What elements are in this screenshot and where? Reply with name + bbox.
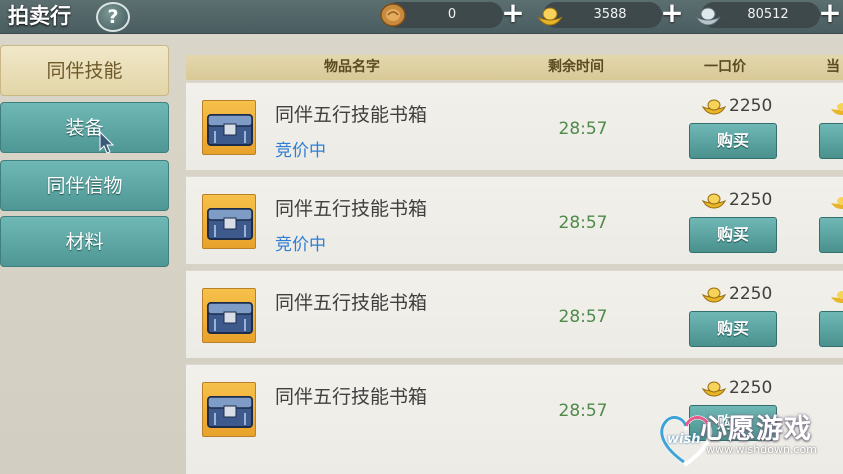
copper-currency: 0 [380, 2, 503, 28]
item-thumbnail [202, 288, 256, 343]
buy-button[interactable]: 购买 [689, 311, 777, 347]
bid-button[interactable] [819, 123, 843, 159]
chest-icon [207, 396, 253, 428]
gold-ingot-icon [831, 103, 843, 115]
column-item-name: 物品名字 [324, 59, 380, 75]
item-name: 同伴五行技能书箱 [275, 386, 428, 408]
item-name: 同伴五行技能书箱 [275, 104, 428, 126]
gold-ingot-icon [701, 287, 727, 303]
time-remaining: 28:57 [558, 213, 608, 233]
bidding-status: 竞价中 [275, 141, 326, 161]
price-value: 2250 [729, 284, 773, 304]
buyout-price: 2250 [701, 96, 772, 120]
copper-value: 0 [447, 7, 457, 22]
mouse-cursor-icon [99, 131, 115, 154]
buy-button[interactable]: 购买 [689, 123, 777, 159]
item-thumbnail [202, 194, 256, 249]
gold-ingot-icon [701, 193, 727, 209]
table-row: 同伴五行技能书箱 竞价中 28:57 2250 购买 [186, 82, 843, 170]
buyout-price: 2250 [701, 378, 772, 402]
bid-button[interactable] [819, 311, 843, 347]
table-header: 物品名字 剩余时间 一口价 当前 [186, 55, 843, 100]
column-current-price: 当前 [826, 59, 840, 100]
watermark-url: www.wishdown.com [706, 443, 817, 456]
item-name: 同伴五行技能书箱 [275, 292, 428, 314]
tab-partner-skills[interactable]: 同伴技能 [0, 45, 169, 96]
gold-ingot-icon [701, 381, 727, 397]
price-value: 2250 [729, 378, 773, 398]
page-title: 拍卖行 [8, 4, 71, 28]
column-time-left: 剩余时间 [548, 59, 604, 75]
chest-icon [207, 302, 253, 334]
chest-icon [207, 114, 253, 146]
add-copper-button[interactable]: + [500, 0, 526, 27]
gold-currency: 3588 [537, 2, 662, 28]
time-remaining: 28:57 [558, 119, 608, 139]
silver-value: 80512 [747, 7, 789, 22]
table-row: 同伴五行技能书箱 竞价中 28:57 2250 购买 [186, 176, 843, 264]
silver-currency: 80512 [695, 2, 820, 28]
gold-ingot-icon [831, 291, 843, 303]
buyout-price: 2250 [701, 284, 772, 308]
add-gold-button[interactable]: + [659, 0, 685, 27]
bidding-status: 竞价中 [275, 235, 326, 255]
chest-icon [207, 208, 253, 240]
buy-button[interactable]: 购买 [689, 217, 777, 253]
tab-equipment[interactable]: 装备 [0, 102, 169, 153]
column-buyout-price: 一口价 [704, 59, 746, 75]
add-silver-button[interactable]: + [817, 0, 843, 27]
item-name: 同伴五行技能书箱 [275, 198, 428, 220]
item-thumbnail [202, 382, 256, 437]
time-remaining: 28:57 [558, 401, 608, 421]
help-button[interactable]: ? [96, 2, 130, 32]
top-bar: 拍卖行 ? 0 + 3588 + 80512 + [0, 0, 843, 34]
gold-value: 3588 [593, 7, 627, 22]
price-value: 2250 [729, 190, 773, 210]
tab-materials[interactable]: 材料 [0, 216, 169, 267]
bid-button[interactable] [819, 217, 843, 253]
gold-ingot-icon [701, 99, 727, 115]
time-remaining: 28:57 [558, 307, 608, 327]
price-value: 2250 [729, 96, 773, 116]
item-thumbnail [202, 100, 256, 155]
tab-partner-tokens[interactable]: 同伴信物 [0, 160, 169, 211]
buyout-price: 2250 [701, 190, 772, 214]
gold-ingot-icon [831, 197, 843, 209]
table-row: 同伴五行技能书箱 28:57 2250 购买 [186, 270, 843, 358]
wish-badge: wish [667, 432, 701, 447]
watermark-brand: 心愿游戏 [700, 414, 812, 445]
